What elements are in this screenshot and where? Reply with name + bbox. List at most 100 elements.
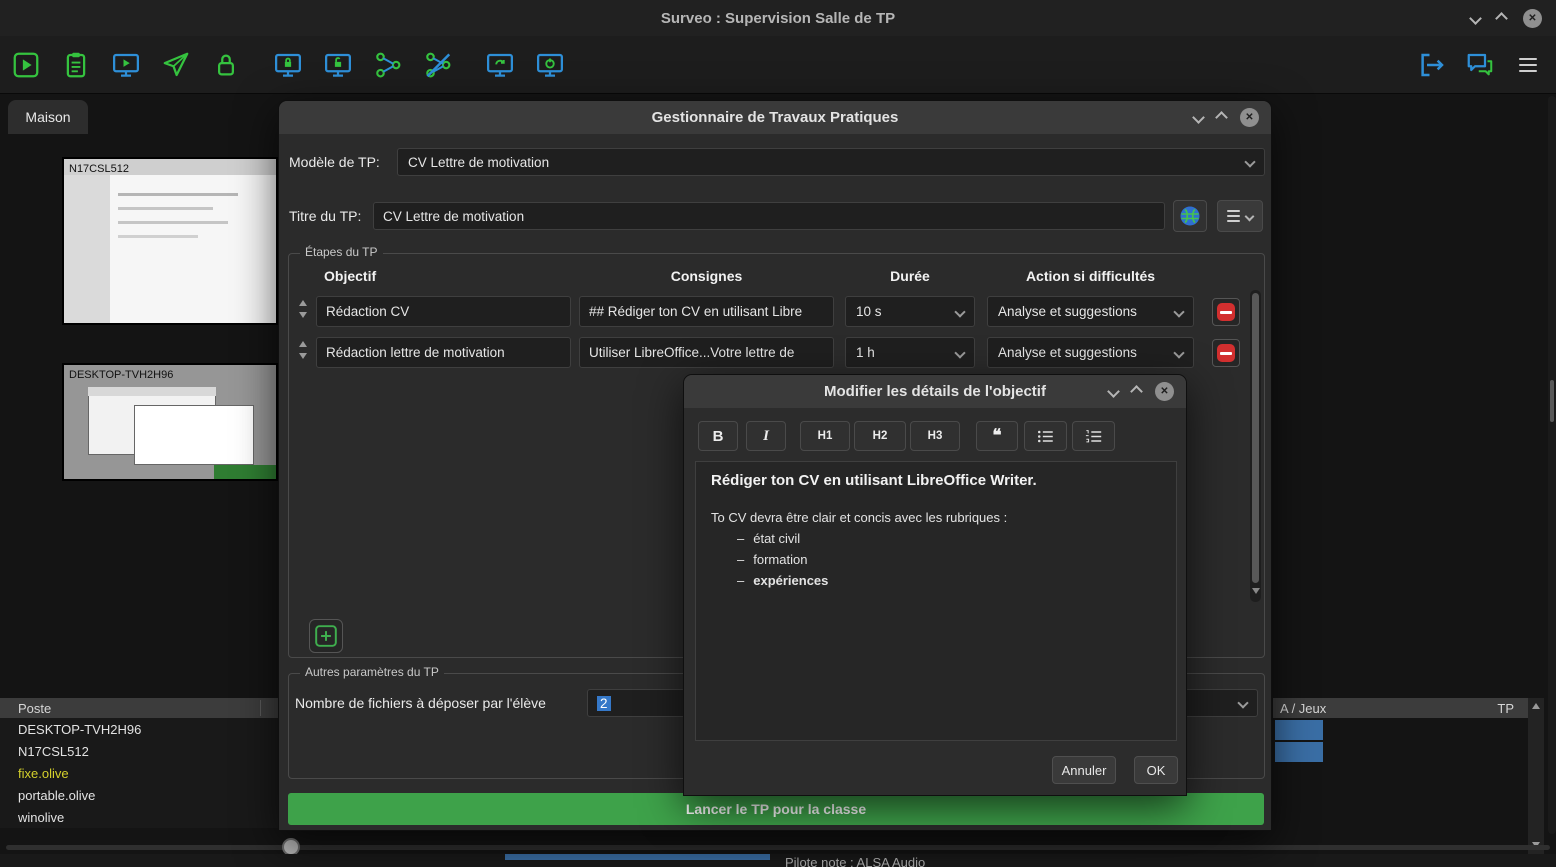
dialog-close-icon[interactable]: ✕ xyxy=(1240,108,1259,127)
lock-icon[interactable] xyxy=(210,49,242,81)
remove-icon xyxy=(1217,344,1235,362)
app-window: Surveo : Supervision Salle de TP ✕ xyxy=(0,0,1556,867)
duree-combobox[interactable]: 1 h xyxy=(845,337,975,368)
window-close-icon[interactable]: ✕ xyxy=(1523,9,1542,28)
editor-heading: Rédiger ton CV en utilisant LibreOffice … xyxy=(711,472,1161,489)
objective-edit-dialog: Modifier les détails de l'objectif ✕ B I… xyxy=(683,374,1187,796)
objectif-input[interactable] xyxy=(316,337,571,368)
dialog-maximize-icon[interactable] xyxy=(1130,385,1143,398)
move-up-icon[interactable] xyxy=(299,341,307,347)
scrollbar-handle[interactable] xyxy=(1550,380,1554,422)
heading1-button[interactable]: H1 xyxy=(800,421,850,451)
bullet-list-icon[interactable] xyxy=(1024,421,1067,451)
screen-play-icon[interactable] xyxy=(110,49,142,81)
numbered-list-icon[interactable] xyxy=(1072,421,1115,451)
poste-name: winolive xyxy=(18,810,64,825)
dialog-minimize-icon[interactable] xyxy=(1107,385,1120,398)
window-maximize-icon[interactable] xyxy=(1495,12,1508,25)
bold-button[interactable]: B xyxy=(698,421,738,451)
thumbnail-label: N17CSL512 xyxy=(69,163,129,175)
heading3-button[interactable]: H3 xyxy=(910,421,960,451)
client-screen-thumbnail[interactable]: DESKTOP-TVH2H96 xyxy=(62,363,278,481)
poste-row[interactable]: portable.olive xyxy=(0,784,278,806)
horizontal-slider-track[interactable] xyxy=(6,845,1550,850)
action-value: Analyse et suggestions xyxy=(998,304,1137,319)
action-combobox[interactable]: Analyse et suggestions xyxy=(987,337,1194,368)
activity-scrollbar[interactable] xyxy=(1528,698,1544,854)
screen-power-icon[interactable] xyxy=(534,49,566,81)
duree-combobox[interactable]: 10 s xyxy=(845,296,975,327)
list-dash-icon: – xyxy=(737,549,744,570)
ok-button[interactable]: OK xyxy=(1134,756,1178,784)
poste-row[interactable]: fixe.olive xyxy=(0,762,278,784)
window-scrollbar[interactable] xyxy=(1548,96,1556,834)
window-minimize-icon[interactable] xyxy=(1469,12,1482,25)
activity-table-header: A / Jeux TP xyxy=(1273,698,1528,718)
params-legend: Autres paramètres du TP xyxy=(300,665,444,679)
clipboard-tasks-icon[interactable] xyxy=(60,49,92,81)
quote-icon[interactable]: ❝ xyxy=(976,421,1018,451)
add-step-button[interactable] xyxy=(309,619,343,653)
model-combobox[interactable]: CV Lettre de motivation xyxy=(397,148,1265,176)
move-up-icon[interactable] xyxy=(299,300,307,306)
poste-row[interactable]: N17CSL512 xyxy=(0,740,278,762)
tab-maison[interactable]: Maison xyxy=(8,100,88,134)
dialog-close-icon[interactable]: ✕ xyxy=(1155,382,1174,401)
menu-lines-icon xyxy=(1227,210,1240,222)
duree-value: 1 h xyxy=(856,345,875,360)
activity-header-tp: TP xyxy=(1497,701,1528,716)
chevron-down-icon xyxy=(954,306,965,317)
toolbar-left-group xyxy=(0,49,566,81)
ai-assistant-icon[interactable] xyxy=(1173,200,1207,232)
objectif-input[interactable] xyxy=(316,296,571,327)
chevron-down-icon xyxy=(1244,156,1255,167)
activity-header-jeux: A / Jeux xyxy=(1280,701,1326,716)
scroll-down-icon[interactable] xyxy=(1252,588,1260,594)
action-combobox[interactable]: Analyse et suggestions xyxy=(987,296,1194,327)
consignes-input[interactable] xyxy=(579,337,834,368)
window-controls: ✕ xyxy=(1471,0,1542,36)
scroll-up-icon[interactable] xyxy=(1532,703,1540,709)
editor-bullet-item: – formation xyxy=(737,549,1161,570)
activity-bar[interactable] xyxy=(1275,720,1323,740)
screen-lock-icon[interactable] xyxy=(272,49,304,81)
titre-menu-button[interactable] xyxy=(1217,200,1263,232)
dialog-maximize-icon[interactable] xyxy=(1215,111,1228,124)
steps-scrollbar[interactable] xyxy=(1250,290,1261,602)
cancel-button[interactable]: Annuler xyxy=(1052,756,1116,784)
chat-icon[interactable] xyxy=(1464,49,1496,81)
screen-unlock-icon[interactable] xyxy=(322,49,354,81)
send-icon[interactable] xyxy=(160,49,192,81)
client-screen-thumbnail[interactable]: N17CSL512 xyxy=(62,157,278,325)
launch-tp-button[interactable]: Lancer le TP pour la classe xyxy=(288,793,1264,825)
bullet-text: état civil xyxy=(753,528,800,549)
remove-step-button[interactable] xyxy=(1212,339,1240,367)
objective-text-editor[interactable]: Rédiger ton CV en utilisant LibreOffice … xyxy=(695,461,1177,741)
titre-input[interactable] xyxy=(373,202,1165,230)
selected-text: 2 xyxy=(597,696,611,711)
logout-icon[interactable] xyxy=(1416,49,1448,81)
move-down-icon[interactable] xyxy=(299,312,307,318)
italic-button[interactable]: I xyxy=(746,421,786,451)
activity-bar[interactable] xyxy=(1275,742,1323,762)
poste-row[interactable]: winolive xyxy=(0,806,278,828)
list-dash-icon: – xyxy=(737,528,744,549)
chevron-down-icon xyxy=(1245,211,1255,221)
share-nodes-off-icon[interactable] xyxy=(422,49,454,81)
window-titlebar: Surveo : Supervision Salle de TP ✕ xyxy=(0,0,1556,36)
scrollbar-handle[interactable] xyxy=(1252,293,1259,583)
play-screen-icon[interactable] xyxy=(10,49,42,81)
main-toolbar xyxy=(0,36,1556,94)
move-down-icon[interactable] xyxy=(299,353,307,359)
steps-legend: Étapes du TP xyxy=(300,245,383,259)
screen-refresh-icon[interactable] xyxy=(484,49,516,81)
heading2-button[interactable]: H2 xyxy=(854,421,906,451)
menu-icon[interactable] xyxy=(1512,49,1544,81)
remove-step-button[interactable] xyxy=(1212,298,1240,326)
poste-row[interactable]: DESKTOP-TVH2H96 xyxy=(0,718,278,740)
share-nodes-icon[interactable] xyxy=(372,49,404,81)
dialog-minimize-icon[interactable] xyxy=(1192,111,1205,124)
consignes-input[interactable] xyxy=(579,296,834,327)
objective-dialog-controls: ✕ xyxy=(1109,375,1174,408)
poste-name: portable.olive xyxy=(18,788,95,803)
